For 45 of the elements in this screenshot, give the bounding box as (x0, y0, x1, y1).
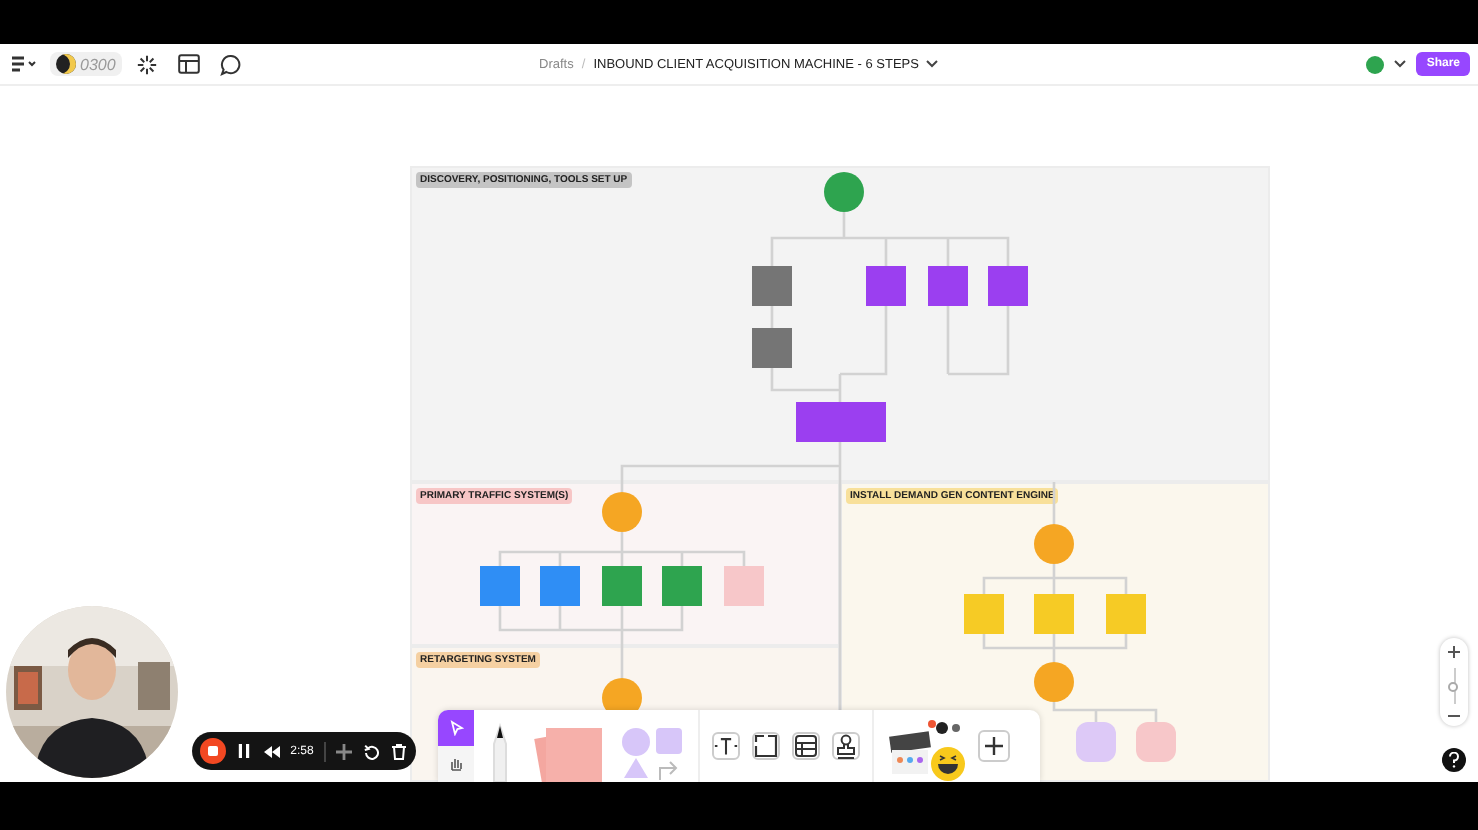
sticky-node (1076, 722, 1116, 762)
process-node (1106, 594, 1146, 634)
process-node (752, 328, 792, 368)
restart-icon[interactable] (363, 742, 381, 760)
stop-recording-button[interactable] (200, 738, 226, 764)
hand-tool-button[interactable] (438, 746, 474, 782)
user-avatar[interactable] (1366, 55, 1385, 73)
process-node (796, 402, 886, 442)
question-mark-icon (1448, 752, 1460, 768)
process-node (540, 566, 580, 606)
decision-node (1034, 662, 1074, 702)
process-node (480, 566, 520, 606)
delete-icon[interactable] (390, 742, 409, 760)
process-node (602, 566, 642, 606)
decision-node (1034, 524, 1074, 564)
stamp-tool-button[interactable] (832, 732, 860, 760)
decision-node (824, 172, 864, 212)
caret-icon[interactable] (926, 60, 939, 68)
cursor-icon (449, 720, 463, 736)
help-button[interactable] (1442, 748, 1466, 772)
cursor-tool-button[interactable] (438, 710, 474, 746)
zoom-slider-handle[interactable] (1448, 681, 1458, 691)
caret-icon[interactable] (1394, 60, 1407, 68)
process-node (928, 266, 968, 306)
process-node (724, 566, 764, 606)
pause-button[interactable] (235, 742, 253, 760)
rewind-button[interactable] (262, 742, 281, 760)
add-button[interactable] (978, 730, 1010, 762)
process-node (662, 566, 702, 606)
decision-node (602, 492, 642, 532)
sticky-node (1136, 722, 1176, 762)
zoom-in-icon[interactable] (1448, 646, 1460, 658)
process-node (752, 266, 792, 306)
text-tool-button[interactable] (712, 732, 740, 760)
table-tool-button[interactable] (792, 732, 820, 760)
process-node (964, 594, 1004, 634)
process-node (866, 266, 906, 306)
process-node (1034, 594, 1074, 634)
layout-icon[interactable] (173, 48, 206, 80)
hand-icon (448, 756, 464, 772)
plus-icon (984, 736, 1004, 756)
timer-chip[interactable]: 0300 (50, 52, 122, 76)
stickers-icon[interactable] (886, 718, 966, 782)
section-tool-button[interactable] (752, 732, 780, 760)
process-node (988, 266, 1028, 306)
